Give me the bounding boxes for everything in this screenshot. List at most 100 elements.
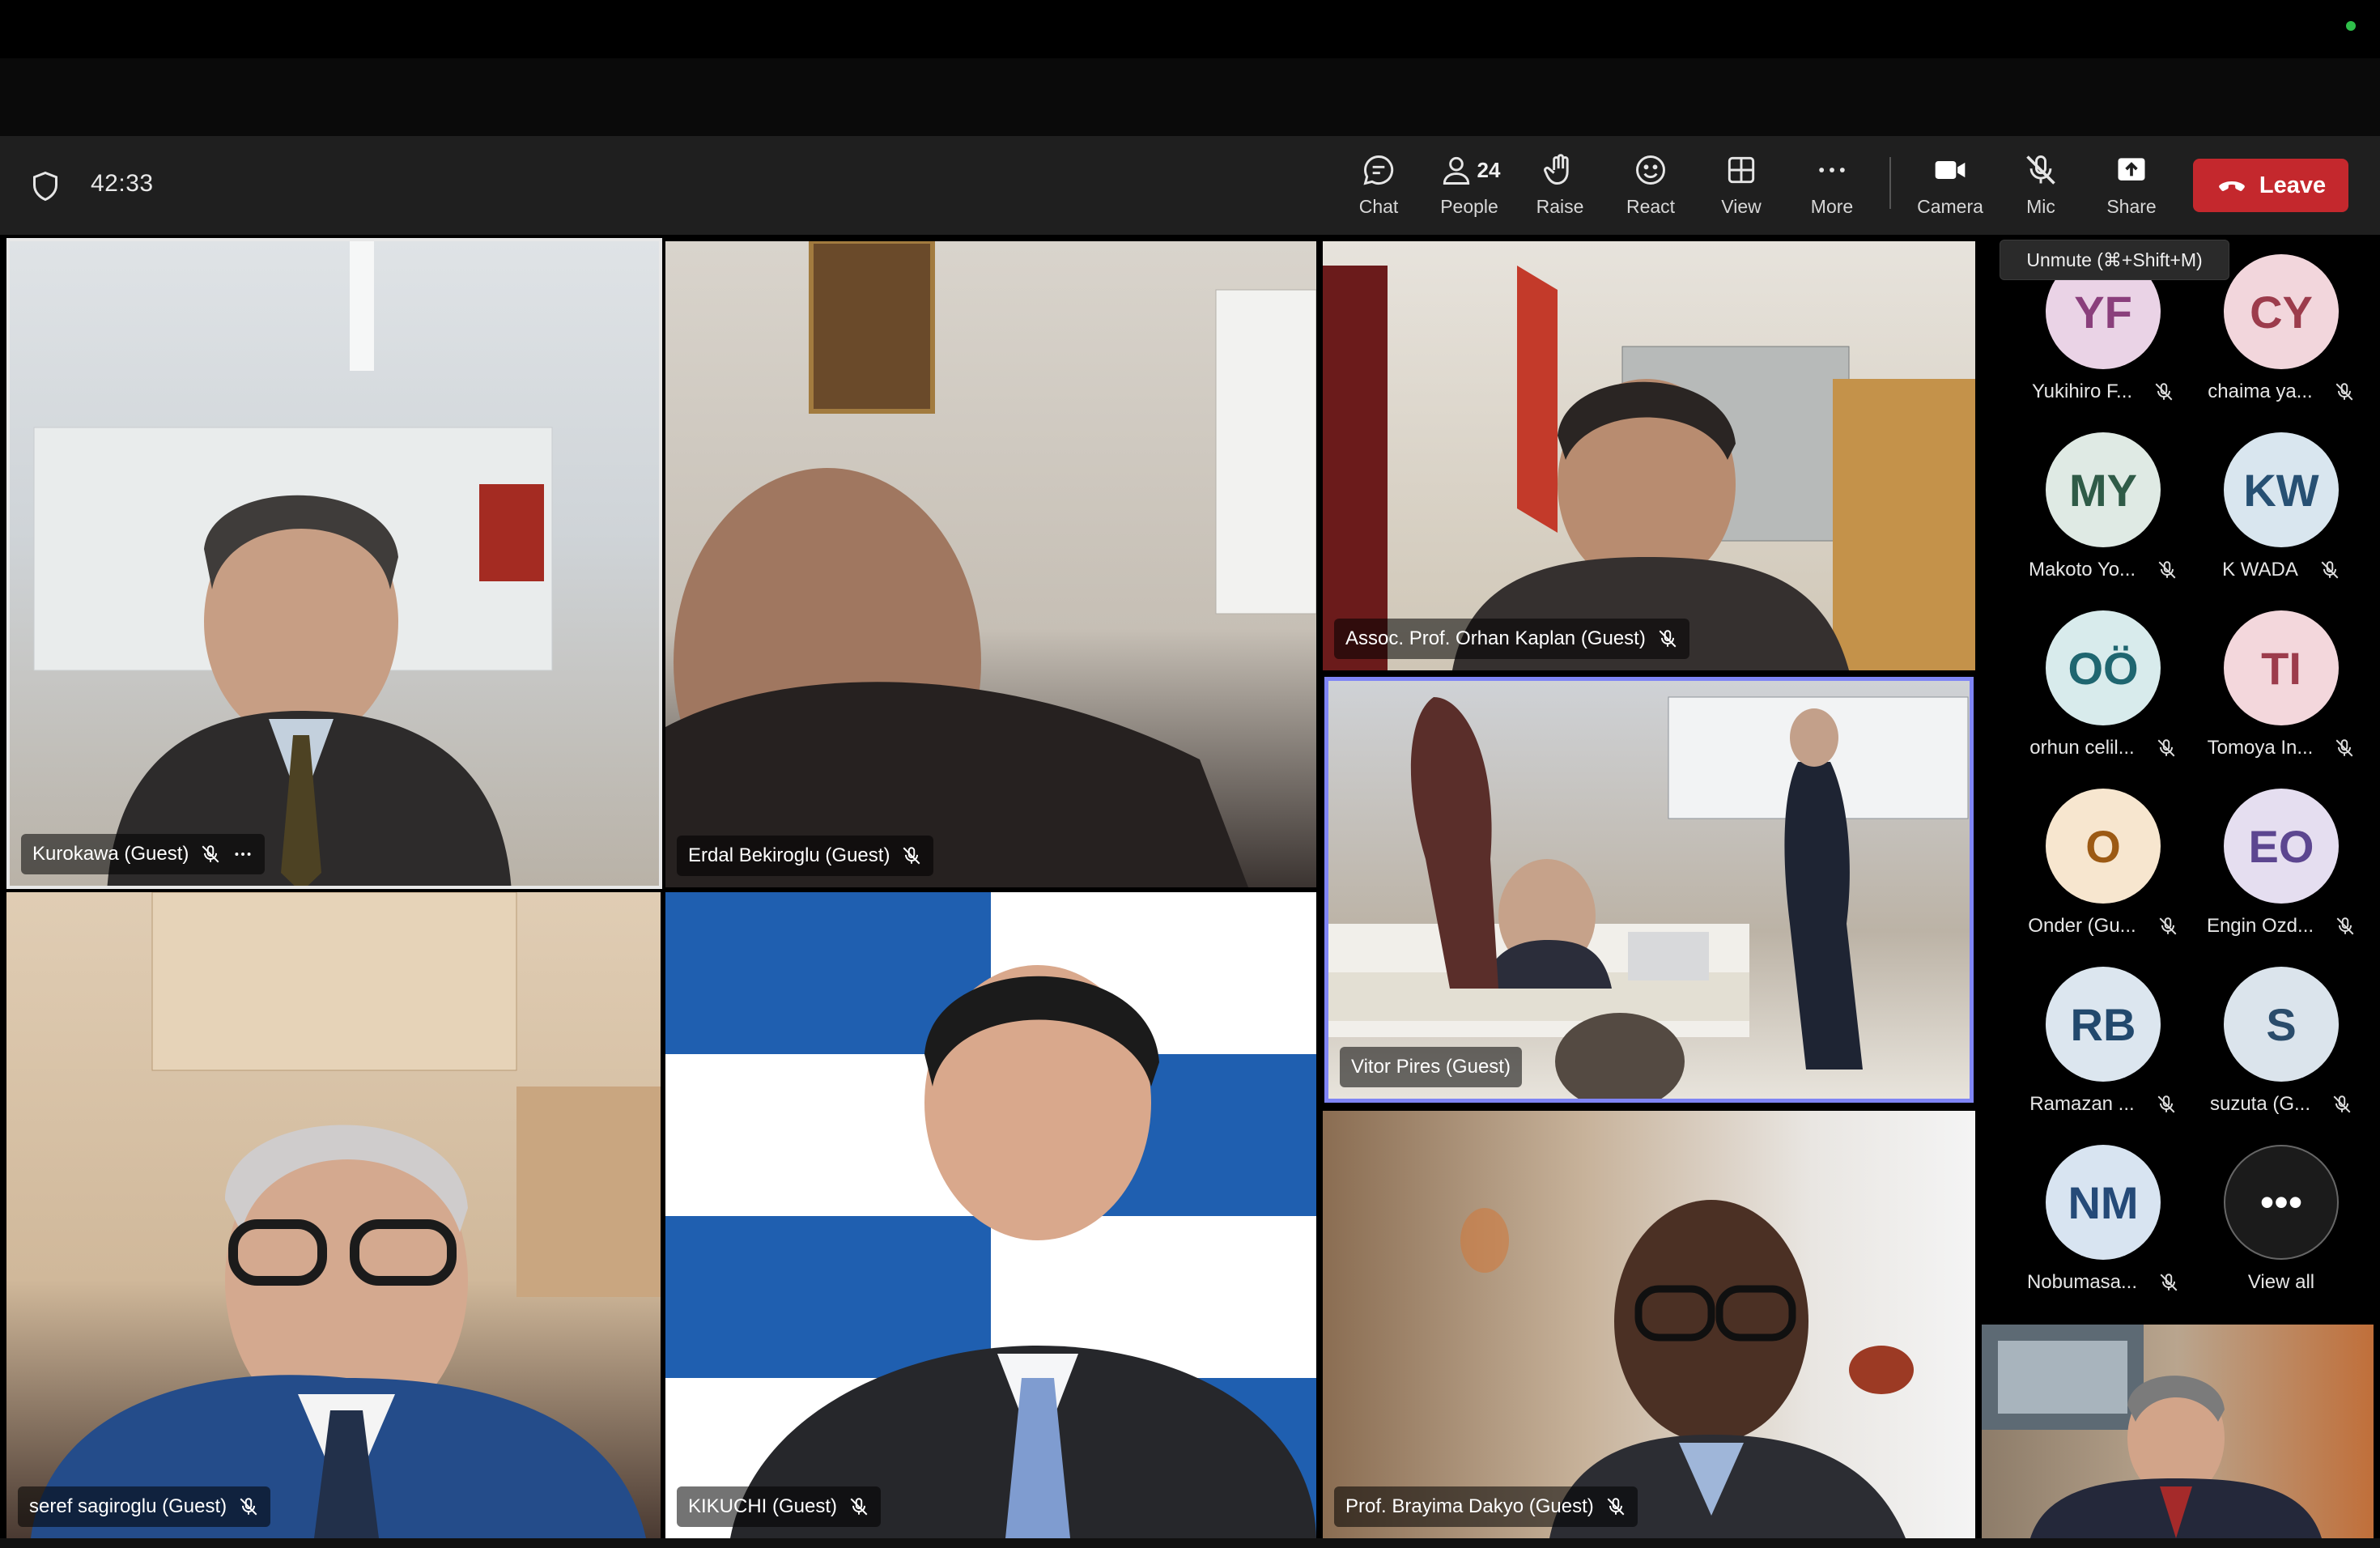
- video-tile[interactable]: KIKUCHI (Guest): [665, 892, 1316, 1538]
- mic-button[interactable]: Mic: [2000, 152, 2081, 225]
- video-tile[interactable]: Erdal Bekiroglu (Guest): [665, 241, 1316, 887]
- participant-name: chaima ya...: [2208, 381, 2313, 402]
- view-all-button[interactable]: ••• View all: [2192, 1133, 2370, 1295]
- video-feed: [1328, 696, 1969, 1099]
- participant-card[interactable]: S suzuta (G...: [2192, 955, 2370, 1117]
- raise-hand-button[interactable]: Raise: [1519, 152, 1600, 225]
- more-button[interactable]: More: [1791, 152, 1872, 225]
- mic-label: Mic: [2026, 196, 2055, 217]
- people-button[interactable]: 24 People: [1429, 152, 1510, 225]
- video-feed: [1982, 1325, 2322, 1538]
- avatar: NM: [2046, 1145, 2161, 1260]
- mic-off-icon: [2157, 1095, 2175, 1113]
- participant-nameplate: KIKUCHI (Guest): [677, 1486, 882, 1527]
- participant-name-row: suzuta (G...: [2192, 1093, 2370, 1116]
- participant-card[interactable]: TI Tomoya In...: [2192, 599, 2370, 761]
- grid-icon: [1728, 156, 1755, 184]
- participant-name-row: Engin Ozd...: [2192, 915, 2370, 938]
- avatar: S: [2224, 967, 2339, 1082]
- system-bar: [0, 0, 2380, 58]
- mic-off-icon: [2335, 739, 2353, 757]
- mic-off-icon: [1659, 630, 1677, 648]
- participant-name-row: Makoto Yo...: [2014, 559, 2192, 581]
- mic-off-icon: [2026, 155, 2055, 185]
- view-button[interactable]: View: [1701, 152, 1782, 225]
- participant-name: seref sagiroglu (Guest): [29, 1495, 227, 1517]
- participant-name: Vitor Pires (Guest): [1351, 1056, 1511, 1078]
- mic-off-icon: [240, 1498, 257, 1516]
- smiley-icon: [1636, 155, 1665, 185]
- self-view-video[interactable]: [1982, 1325, 2374, 1538]
- meeting-toolbar: 42:33 Chat 24 People Raise React View Mo…: [0, 136, 2380, 235]
- camera-button[interactable]: Camera: [1910, 152, 1991, 225]
- more-options-icon[interactable]: [232, 844, 253, 865]
- react-label: React: [1626, 196, 1676, 217]
- participant-name: Assoc. Prof. Orhan Kaplan (Guest): [1345, 627, 1646, 649]
- more-label: More: [1810, 196, 1854, 217]
- participant-name: suzuta (G...: [2209, 1093, 2311, 1115]
- participant-name: Kurokawa (Guest): [32, 843, 189, 865]
- leave-label: Leave: [2259, 172, 2327, 198]
- chat-icon: [1363, 155, 1394, 185]
- participant-card[interactable]: OÖ orhun celil...: [2014, 599, 2192, 761]
- toolbar-divider: [1889, 157, 1891, 209]
- mic-off-icon: [2157, 739, 2175, 757]
- chat-button[interactable]: Chat: [1338, 152, 1419, 225]
- participant-card[interactable]: O Onder (Gu...: [2014, 777, 2192, 939]
- participant-nameplate: Vitor Pires (Guest): [1340, 1047, 1522, 1087]
- participant-name: Ramazan ...: [2029, 1093, 2135, 1115]
- avatar: CY: [2224, 254, 2339, 369]
- avatar: O: [2046, 789, 2161, 904]
- participant-name: Makoto Yo...: [2028, 559, 2136, 580]
- phone-hangup-icon: [2219, 181, 2245, 191]
- share-button[interactable]: Share: [2091, 152, 2172, 225]
- avatar: RB: [2046, 967, 2161, 1082]
- participant-card[interactable]: MY Makoto Yo...: [2014, 421, 2192, 583]
- participant-card[interactable]: NM Nobumasa...: [2014, 1133, 2192, 1295]
- video-feed: [1323, 266, 1975, 670]
- people-label: People: [1440, 196, 1498, 217]
- participant-name: KIKUCHI (Guest): [688, 1495, 838, 1517]
- video-tile[interactable]: Prof. Brayima Dakyo (Guest): [1323, 1111, 1975, 1538]
- participant-card[interactable]: RB Ramazan ...: [2014, 955, 2192, 1117]
- mic-off-icon: [903, 847, 920, 865]
- participant-gallery: YF Yukihiro F... CY chaima ya... MY Mako…: [1982, 243, 2380, 1312]
- video-tile-active-speaker[interactable]: Vitor Pires (Guest): [1324, 677, 1974, 1103]
- mic-off-icon: [2159, 917, 2177, 935]
- video-feed: [31, 892, 661, 1538]
- video-feed: [665, 892, 1316, 1538]
- mic-off-icon: [2333, 1095, 2351, 1113]
- mic-off-icon: [2155, 383, 2173, 401]
- participant-name: Tomoya In...: [2207, 737, 2314, 759]
- camera-label: Camera: [1917, 196, 1983, 217]
- ellipsis-icon[interactable]: •••: [2224, 1145, 2339, 1260]
- participant-name-row: Nobumasa...: [2014, 1271, 2192, 1294]
- video-tile[interactable]: seref sagiroglu (Guest): [6, 892, 661, 1538]
- participant-name: Erdal Bekiroglu (Guest): [688, 844, 890, 866]
- participant-name-row: Tomoya In...: [2192, 737, 2370, 759]
- video-tile[interactable]: Assoc. Prof. Orhan Kaplan (Guest): [1323, 241, 1975, 670]
- avatar: EO: [2224, 789, 2339, 904]
- participant-name-row: Onder (Gu...: [2014, 915, 2192, 938]
- avatar: KW: [2224, 432, 2339, 547]
- avatar: MY: [2046, 432, 2161, 547]
- ellipsis-icon: [1819, 168, 1845, 172]
- participant-name: Engin Ozd...: [2206, 915, 2314, 937]
- react-button[interactable]: React: [1610, 152, 1691, 225]
- shield-icon[interactable]: [31, 170, 60, 202]
- hand-icon: [1544, 154, 1569, 185]
- mic-off-icon: [2336, 917, 2354, 935]
- video-feed: [665, 241, 1316, 887]
- share-label: Share: [2106, 196, 2157, 217]
- video-tile[interactable]: Kurokawa (Guest): [6, 238, 662, 889]
- participant-card[interactable]: EO Engin Ozd...: [2192, 777, 2370, 939]
- leave-button[interactable]: Leave: [2193, 159, 2348, 212]
- mic-tooltip: Unmute (⌘+Shift+M): [2000, 240, 2229, 280]
- share-icon: [2118, 158, 2145, 181]
- mic-off-icon: [202, 845, 219, 863]
- chat-label: Chat: [1358, 196, 1399, 217]
- participant-name-row: chaima ya...: [2192, 381, 2370, 403]
- participant-name-row: Ramazan ...: [2014, 1093, 2192, 1116]
- participant-card[interactable]: KW K WADA: [2192, 421, 2370, 583]
- participant-name: Prof. Brayima Dakyo (Guest): [1345, 1495, 1594, 1517]
